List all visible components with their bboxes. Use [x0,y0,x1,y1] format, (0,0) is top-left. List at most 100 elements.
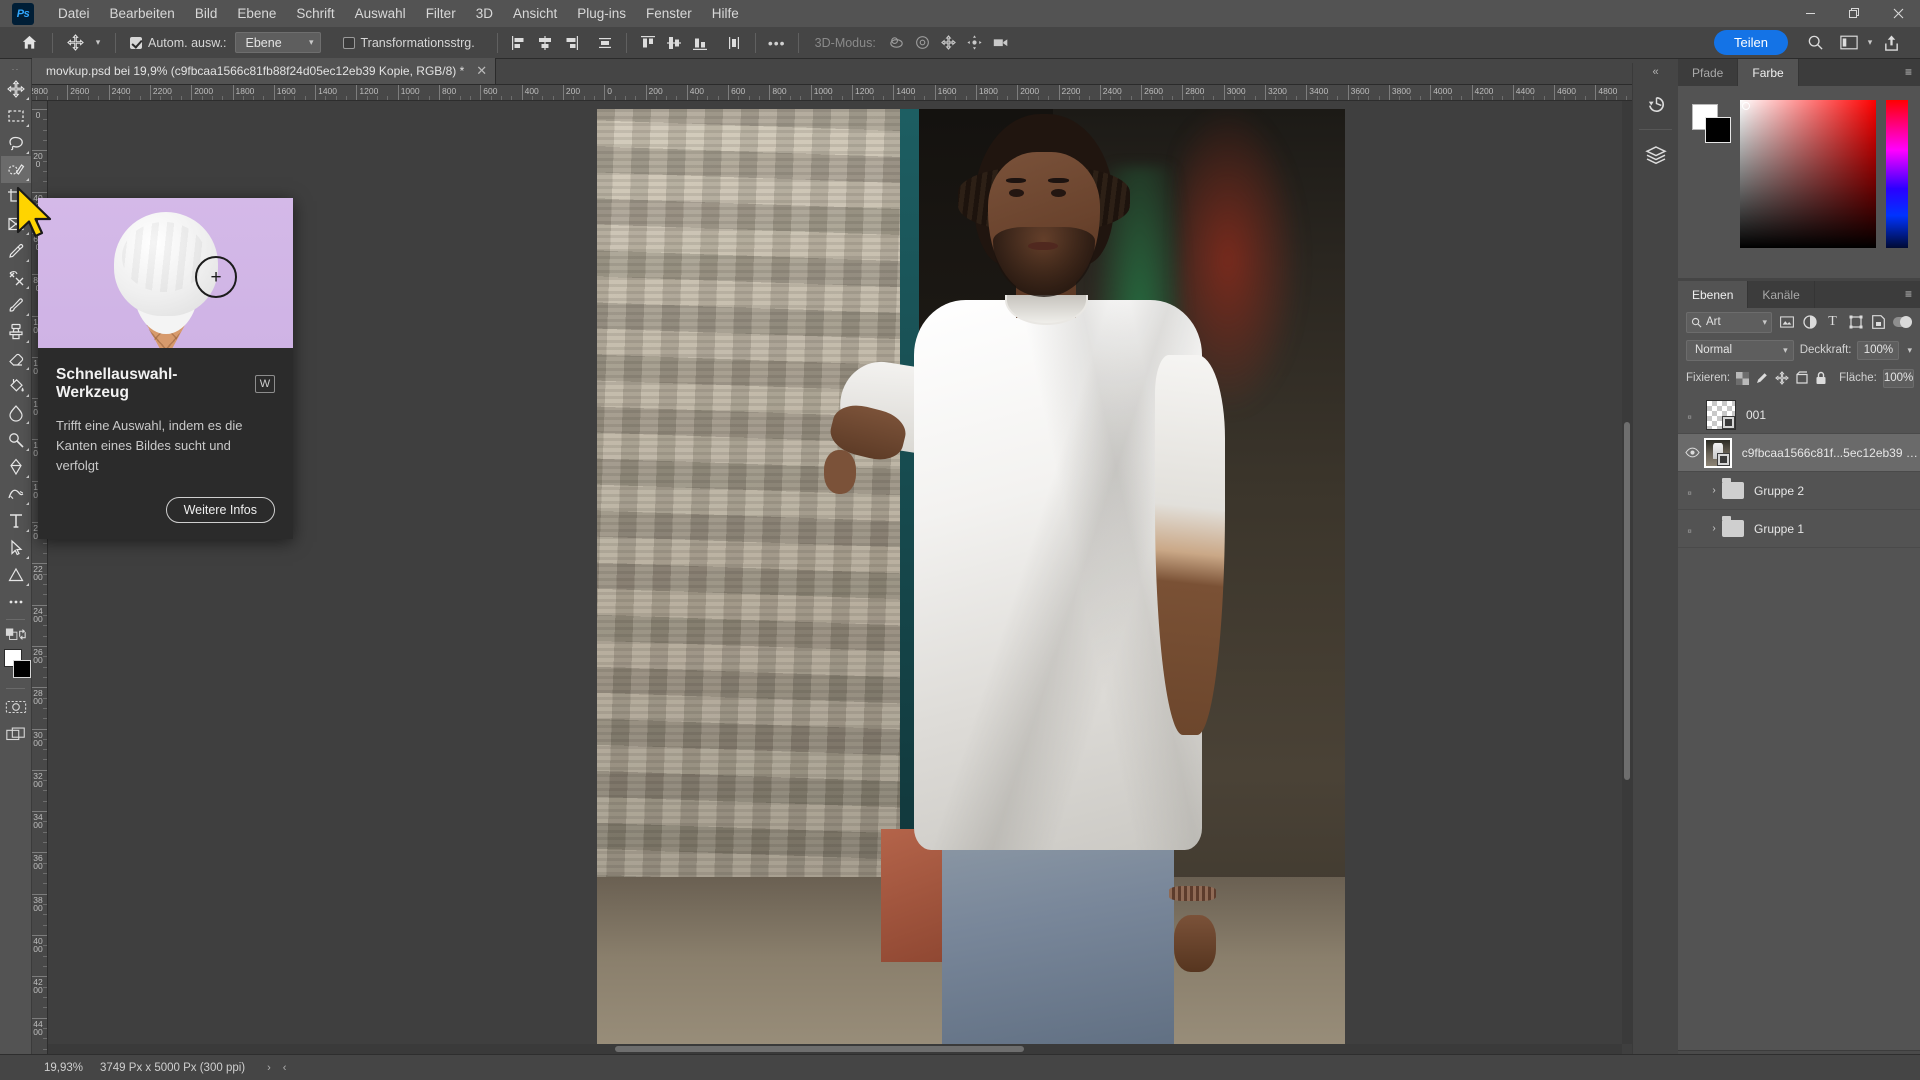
clone-stamp-tool-icon[interactable] [1,318,31,345]
layer-visibility-toggle-icon[interactable] [1682,510,1706,548]
menu-item-ebene[interactable]: Ebene [227,2,286,25]
type-tool-icon[interactable] [1,507,31,534]
home-icon[interactable] [14,31,44,55]
layer-row[interactable]: 001 [1678,396,1920,434]
tab-kanaele[interactable]: Kanäle [1748,281,1815,308]
menu-item-hilfe[interactable]: Hilfe [702,2,749,25]
fill-value[interactable]: 100% [1882,368,1915,388]
background-color-swatch[interactable] [13,660,31,678]
move-tool-icon[interactable] [1,75,31,102]
artboard[interactable] [597,109,1345,1054]
default-colors-icon[interactable] [1,624,31,644]
menu-item-datei[interactable]: Datei [48,2,100,25]
smartobject-filter-icon[interactable] [1870,312,1887,332]
group-expand-chevron-icon[interactable]: › [1706,485,1722,496]
close-icon[interactable]: ✕ [476,63,487,79]
opacity-chevron-down-icon[interactable]: ▾ [1907,345,1912,356]
menu-item-ansicht[interactable]: Ansicht [503,2,567,25]
layer-visibility-toggle-icon[interactable] [1682,472,1706,510]
lock-transparent-pixels-icon[interactable] [1736,369,1750,387]
menu-item-bild[interactable]: Bild [185,2,228,25]
maximize-button[interactable] [1832,0,1876,27]
align-horizontal-centers-icon[interactable] [532,31,558,55]
path-selection-tool-icon[interactable] [1,480,31,507]
status-prev-icon[interactable]: ‹ [271,1062,287,1074]
auto-select-scope-dropdown[interactable]: Ebene ▾ [234,32,321,53]
toolbar-grip[interactable]: ·· [0,63,31,75]
shape-filter-icon[interactable] [1847,312,1864,332]
document-tab[interactable]: movkup.psd bei 19,9% (c9fbcaa1566c81fb88… [32,58,497,84]
transform-controls-checkbox[interactable]: Transformationsstrg. [342,36,475,50]
quick-selection-tool-icon[interactable] [1,156,31,183]
distribute-vertical-icon[interactable] [721,31,747,55]
lock-position-icon[interactable] [1775,369,1789,387]
close-button[interactable] [1876,0,1920,27]
align-right-edges-icon[interactable] [558,31,584,55]
eraser-tool-icon[interactable] [1,345,31,372]
distribute-horizontal-icon[interactable] [592,31,618,55]
tab-pfade[interactable]: Pfade [1678,59,1739,86]
blend-mode-dropdown[interactable]: Normal ▾ [1686,339,1794,361]
zoom-level[interactable]: 19,93% [0,1062,83,1074]
3d-slide-icon[interactable] [962,31,988,55]
brush-tool-icon[interactable] [1,291,31,318]
menu-item-fenster[interactable]: Fenster [636,2,702,25]
blur-tool-icon[interactable] [1,399,31,426]
spot-healing-brush-tool-icon[interactable] [1,264,31,291]
direct-selection-tool-icon[interactable] [1,534,31,561]
learn-more-button[interactable]: Weitere Infos [165,497,275,524]
align-left-edges-icon[interactable] [506,31,532,55]
3d-pan-icon[interactable] [936,31,962,55]
collapse-panels-icon[interactable]: « [1633,63,1678,81]
search-icon[interactable] [1802,31,1828,55]
menu-item-filter[interactable]: Filter [416,2,466,25]
menu-item-schrift[interactable]: Schrift [286,2,344,25]
layer-thumbnail[interactable] [1706,399,1736,430]
move-tool-icon[interactable] [61,31,89,55]
canvas-vertical-scrollbar[interactable] [1622,101,1632,1044]
menu-item-3d[interactable]: 3D [466,2,503,25]
group-expand-chevron-icon[interactable]: › [1706,523,1722,534]
lasso-tool-icon[interactable] [1,129,31,156]
tab-farbe[interactable]: Farbe [1738,59,1799,86]
align-vertical-centers-icon[interactable] [661,31,687,55]
opacity-value[interactable]: 100% [1857,340,1900,360]
screen-mode-icon[interactable] [1,720,31,747]
layer-filter-type-dropdown[interactable]: Art ▾ [1686,311,1772,333]
layer-row[interactable]: › Gruppe 1 [1678,510,1920,548]
auto-select-checkbox[interactable]: Autom. ausw.: [130,36,227,50]
pen-tool-icon[interactable] [1,453,31,480]
3d-orbit-icon[interactable] [884,31,910,55]
layer-visibility-toggle-icon[interactable] [1682,396,1706,434]
panel-menu-icon[interactable]: ≡ [1905,66,1912,78]
type-filter-icon[interactable]: T [1824,312,1841,332]
tool-preset-chevron-icon[interactable]: ▾ [89,31,107,55]
workspace-chevron-down-icon[interactable]: ▾ [1862,31,1878,55]
pixel-filter-icon[interactable] [1778,312,1795,332]
lock-artboard-icon[interactable] [1795,369,1809,387]
gradient-tool-icon[interactable] [1,372,31,399]
tab-ebenen[interactable]: Ebenen [1678,281,1749,308]
quick-mask-mode-icon[interactable] [1,693,31,720]
layer-row[interactable]: › Gruppe 2 [1678,472,1920,510]
more-tools-icon[interactable] [1,588,31,615]
panel-menu-icon[interactable]: ≡ [1905,288,1912,300]
layer-thumbnail[interactable] [1703,437,1732,468]
status-next-icon[interactable]: › [245,1062,271,1074]
align-top-edges-icon[interactable] [635,31,661,55]
menu-item-plug-ins[interactable]: Plug-ins [567,2,636,25]
filter-enable-toggle[interactable] [1893,316,1912,328]
share-button[interactable]: Teilen [1714,30,1788,55]
rectangular-marquee-tool-icon[interactable] [1,102,31,129]
menu-item-auswahl[interactable]: Auswahl [345,2,416,25]
color-panel-swatches[interactable] [1692,104,1732,144]
layer-visibility-toggle-icon[interactable] [1682,434,1704,472]
lock-image-pixels-icon[interactable] [1755,369,1769,387]
3d-camera-icon[interactable] [988,31,1014,55]
color-swatches[interactable] [0,646,32,684]
horizontal-ruler[interactable]: 2800260024002200200018001600140012001000… [32,85,1632,101]
adjustment-filter-icon[interactable] [1801,312,1818,332]
layer-comps-icon[interactable] [1633,132,1679,178]
share-export-icon[interactable] [1878,31,1904,55]
dodge-tool-icon[interactable] [1,426,31,453]
